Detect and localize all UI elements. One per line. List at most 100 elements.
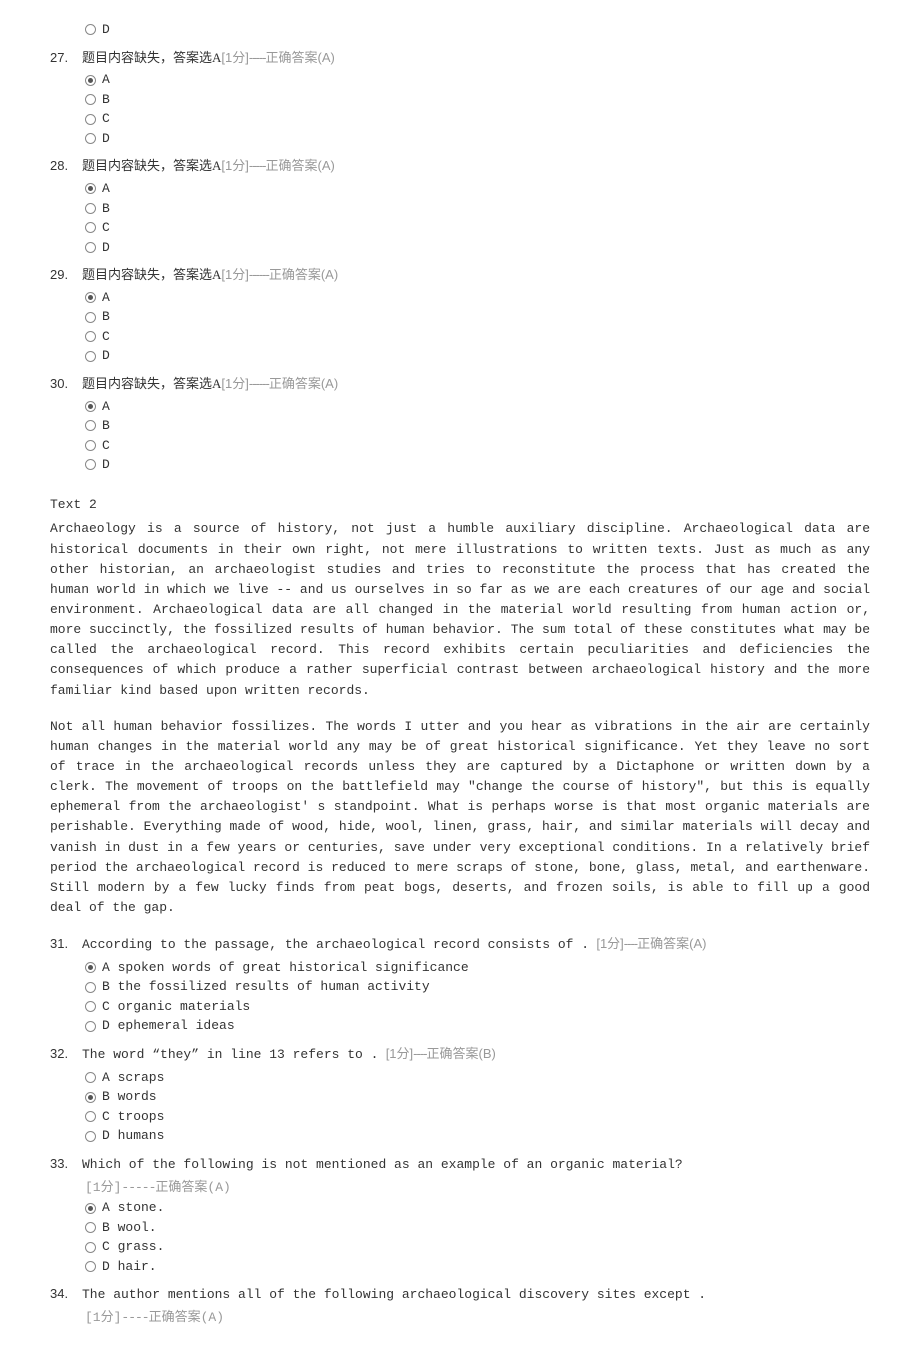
option-label: B the fossilized results of human activi… [102,977,430,997]
option-row[interactable]: A spoken words of great historical signi… [85,958,870,978]
option-row[interactable]: C [85,109,870,129]
radio-icon[interactable] [85,24,96,35]
option-row[interactable]: D [85,346,870,366]
radio-icon[interactable] [85,1131,96,1142]
answer-line: [1分]-----正确答案(A) [50,1178,870,1199]
options-list: ABCD [50,179,870,257]
option-label: A [102,397,110,417]
question-block: 28.题目内容缺失，答案选A[1分]-----正确答案(A)ABCD [50,156,870,257]
radio-icon[interactable] [85,962,96,973]
option-label: D hair. [102,1257,157,1277]
option-row[interactable]: C grass. [85,1237,870,1257]
option-row[interactable]: D hair. [85,1257,870,1277]
option-label: D humans [102,1126,164,1146]
radio-icon[interactable] [85,1092,96,1103]
radio-icon[interactable] [85,459,96,470]
option-row[interactable]: A scraps [85,1068,870,1088]
radio-icon[interactable] [85,1203,96,1214]
answer-line: [1分]----正确答案(A) [50,1308,870,1329]
radio-icon[interactable] [85,1222,96,1233]
option-label: D ephemeral ideas [102,1016,235,1036]
question-number: 29. [50,265,74,286]
option-row[interactable]: C organic materials [85,997,870,1017]
dashes: ----- [249,48,266,69]
radio-icon[interactable] [85,440,96,451]
option-label: D [102,346,110,366]
question-block: 30.题目内容缺失，答案选A[1分]------正确答案(A)ABCD [50,374,870,475]
option-row[interactable]: C troops [85,1107,870,1127]
question-text: Which of the following is not mentioned … [82,1155,683,1176]
option-row[interactable]: D [85,238,870,258]
option-row[interactable]: B [85,199,870,219]
options-list: ABCD [50,288,870,366]
question-text: 题目内容缺失，答案选A [82,374,221,395]
option-label: A scraps [102,1068,164,1088]
option-row[interactable]: B words [85,1087,870,1107]
radio-icon[interactable] [85,292,96,303]
option-row[interactable]: C [85,218,870,238]
option-row[interactable]: C [85,327,870,347]
option-label: C [102,109,110,129]
radio-icon[interactable] [85,331,96,342]
option-row[interactable]: B wool. [85,1218,870,1238]
question-text: 题目内容缺失，答案选A [82,265,221,286]
option-row[interactable]: A [85,179,870,199]
radio-icon[interactable] [85,420,96,431]
question-text: The word “they” in line 13 refers to . [82,1045,378,1066]
radio-icon[interactable] [85,1001,96,1012]
correct-answer-label: 正确答案(A) [266,48,335,69]
score-label: [1分] [221,374,248,395]
option-row[interactable]: A [85,288,870,308]
radio-icon[interactable] [85,351,96,362]
option-row[interactable]: A [85,70,870,90]
radio-icon[interactable] [85,982,96,993]
option-row[interactable]: D ephemeral ideas [85,1016,870,1036]
score-label: [1分] [386,1044,413,1065]
option-row[interactable]: B [85,416,870,436]
option-label: B [102,199,110,219]
option-row[interactable]: B the fossilized results of human activi… [85,977,870,997]
radio-icon[interactable] [85,312,96,323]
radio-icon[interactable] [85,242,96,253]
score-label: [1分] [85,1310,121,1325]
radio-icon[interactable] [85,1261,96,1272]
option-row[interactable]: D [85,20,870,40]
option-label: C [102,436,110,456]
option-row[interactable]: D humans [85,1126,870,1146]
option-label: C [102,218,110,238]
radio-icon[interactable] [85,94,96,105]
option-row[interactable]: B [85,307,870,327]
radio-icon[interactable] [85,114,96,125]
radio-icon[interactable] [85,75,96,86]
passage-paragraph-2: Not all human behavior fossilizes. The w… [50,717,870,918]
option-row[interactable]: A [85,397,870,417]
option-row[interactable]: A stone. [85,1198,870,1218]
dashes: ---- [121,1310,148,1325]
question-number: 33. [50,1154,74,1175]
radio-icon[interactable] [85,203,96,214]
option-row[interactable]: D [85,129,870,149]
option-label: D [102,238,110,258]
option-row[interactable]: B [85,90,870,110]
option-label: C [102,327,110,347]
radio-icon[interactable] [85,1111,96,1122]
option-label: A [102,288,110,308]
option-label: A [102,179,110,199]
question-number: 34. [50,1284,74,1305]
radio-icon[interactable] [85,183,96,194]
dashes: ----- [249,156,266,177]
radio-icon[interactable] [85,1021,96,1032]
option-row[interactable]: D [85,455,870,475]
radio-icon[interactable] [85,401,96,412]
radio-icon[interactable] [85,1242,96,1253]
correct-answer-label: 正确答案(A) [269,374,338,395]
radio-icon[interactable] [85,222,96,233]
correct-answer-label: 正确答案(A) [149,1310,224,1325]
option-label: B words [102,1087,157,1107]
option-row[interactable]: C [85,436,870,456]
radio-icon[interactable] [85,1072,96,1083]
question-header: 29.题目内容缺失，答案选A[1分]------正确答案(A) [50,265,870,286]
option-label: A [102,70,110,90]
radio-icon[interactable] [85,133,96,144]
option-label: B [102,90,110,110]
